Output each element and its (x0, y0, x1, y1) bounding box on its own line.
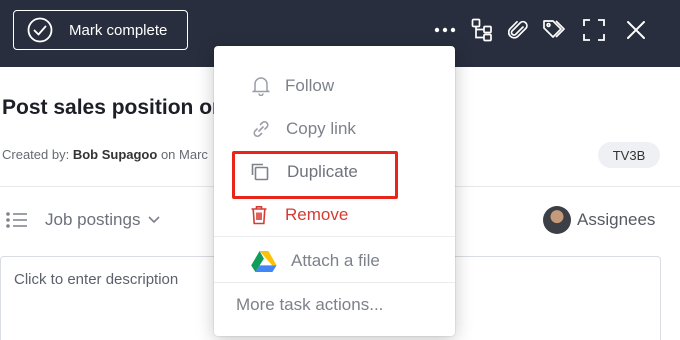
menu-item-attach-file[interactable]: Attach a file (214, 241, 455, 281)
bell-icon (250, 75, 272, 97)
menu-item-label: Duplicate (287, 162, 358, 181)
assignees-label: Assignees (577, 210, 656, 229)
project-name: Job postings (45, 210, 141, 229)
chevron-down-icon (148, 216, 161, 224)
menu-item-copy-link[interactable]: Copy link (214, 109, 455, 149)
task-id-badge: TV3B (598, 142, 660, 168)
menu-item-label: More task actions... (236, 295, 384, 314)
close-icon[interactable] (623, 16, 649, 44)
link-icon (250, 118, 272, 140)
task-actions-menu: Follow Copy link Duplicate Remove Attach… (214, 46, 455, 336)
created-prefix: Created by: (2, 147, 70, 162)
menu-item-duplicate[interactable]: Duplicate (214, 152, 455, 192)
duplicate-icon (249, 161, 271, 183)
tags-icon[interactable] (542, 16, 568, 44)
menu-item-follow[interactable]: Follow (214, 66, 455, 106)
more-icon[interactable] (432, 16, 458, 44)
check-circle-icon (27, 17, 53, 43)
trash-icon (248, 204, 270, 226)
menu-item-label: Remove (285, 205, 349, 224)
list-icon (6, 212, 27, 228)
project-select[interactable]: Job postings (45, 210, 161, 230)
subtasks-icon[interactable] (469, 16, 495, 44)
fullscreen-icon[interactable] (581, 16, 607, 44)
menu-item-label: Follow (285, 76, 335, 95)
menu-item-label: Attach a file (291, 251, 380, 270)
menu-divider (214, 282, 455, 283)
menu-item-more-actions[interactable]: More task actions... (214, 285, 455, 325)
menu-item-label: Copy link (286, 119, 356, 138)
menu-divider (214, 236, 455, 237)
created-by-line: Created by: Bob Supagoo on Marc (2, 147, 208, 162)
assignees-control[interactable]: Assignees (543, 206, 655, 234)
task-title[interactable]: Post sales position on (2, 96, 225, 120)
creator-name: Bob Supagoo (72, 147, 158, 162)
attachment-icon[interactable] (505, 16, 531, 44)
mark-complete-button[interactable]: Mark complete (13, 10, 188, 50)
menu-item-remove[interactable]: Remove (214, 195, 455, 235)
avatar (543, 206, 571, 234)
google-drive-icon (251, 250, 277, 272)
mark-complete-label: Mark complete (69, 21, 168, 39)
created-date: on Marc (157, 147, 208, 162)
